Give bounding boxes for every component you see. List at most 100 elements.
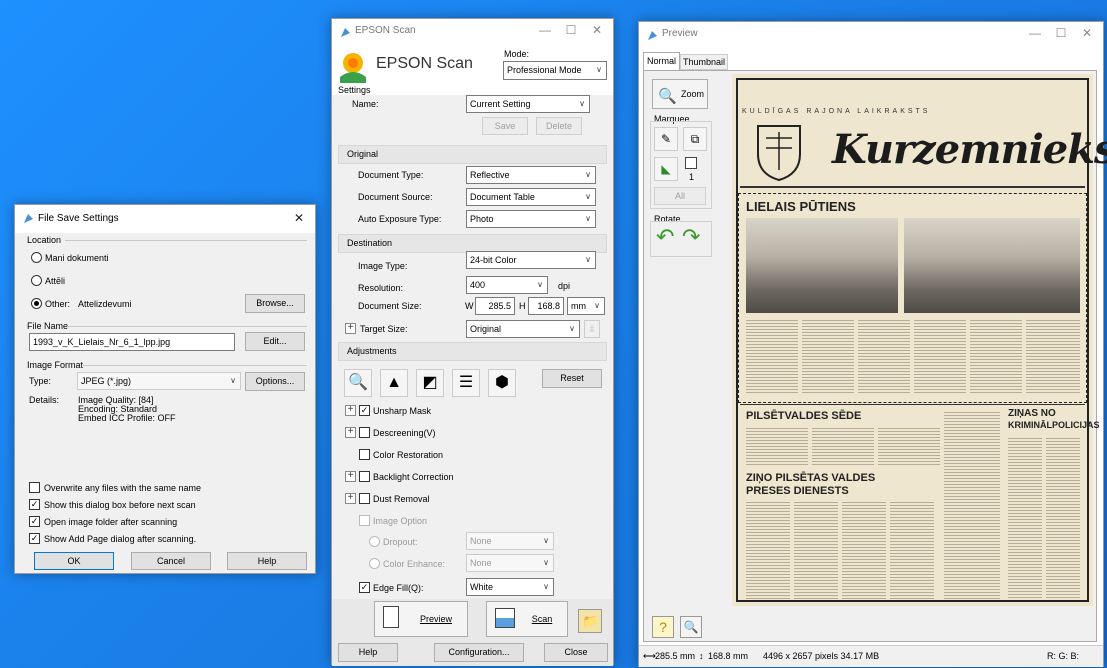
type-dropdown[interactable]: JPEG (*.jpg) ∨ [77, 372, 241, 390]
window-title: File Save Settings [38, 213, 119, 224]
close-icon[interactable]: ✕ [587, 21, 607, 39]
all-button[interactable]: All [654, 187, 706, 205]
delete-button[interactable]: Delete [536, 117, 582, 135]
close-icon[interactable]: ✕ [289, 209, 309, 227]
help-button[interactable]: Help [227, 552, 307, 570]
browse-button[interactable]: Browse... [245, 294, 305, 313]
rotate-right-icon[interactable]: ↷ [682, 225, 700, 249]
tab-thumbnail[interactable]: Thumbnail [680, 54, 728, 70]
dropout-dropdown[interactable]: None ∨ [466, 532, 554, 550]
marquee-edit-icon[interactable]: ✎ [654, 127, 678, 151]
radio-label: Attēli [45, 276, 66, 286]
color-restoration-checkbox[interactable] [359, 449, 370, 460]
doc-type-dropdown[interactable]: Reflective ∨ [466, 166, 596, 184]
headline-3a: ZIŅO PILSĒTAS VALDES [746, 472, 876, 484]
color-enhance-dropdown[interactable]: None ∨ [466, 554, 554, 572]
status-bar: ⟷ 285.5 mm ↕ 168.8 mm 4496 x 2657 pixels… [639, 645, 1103, 667]
maximize-icon[interactable]: ☐ [561, 21, 581, 39]
image-format-label: Image Format [27, 360, 84, 370]
name-value: Current Setting [470, 99, 531, 109]
name-dropdown[interactable]: Current Setting ∨ [466, 95, 590, 113]
chevron-down-icon: ∨ [585, 255, 591, 264]
edge-fill-dropdown[interactable]: White ∨ [466, 578, 554, 596]
dropout-radio[interactable] [369, 536, 380, 547]
width-field[interactable]: 285.5 [475, 297, 515, 315]
minimize-icon[interactable]: — [535, 21, 555, 39]
close-button[interactable]: Close [544, 643, 608, 662]
doc-source-dropdown[interactable]: Document Table ∨ [466, 188, 596, 206]
target-size-value: Original [470, 324, 502, 334]
width-arrow-icon: ⟷ [643, 651, 656, 661]
dust-removal-checkbox[interactable] [359, 493, 370, 504]
help-icon[interactable]: ? [652, 616, 674, 638]
cancel-button[interactable]: Cancel [131, 552, 211, 570]
backlight-checkbox[interactable] [359, 471, 370, 482]
expand-icon[interactable]: + [345, 493, 356, 504]
text-column [858, 318, 910, 393]
height-field[interactable]: 168.8 [528, 297, 564, 315]
image-option-checkbox[interactable] [359, 515, 370, 526]
zoom-button[interactable]: 🔍 Zoom [652, 79, 708, 109]
color-palette-icon[interactable]: ⬢ [488, 369, 516, 397]
open-folder-checkbox[interactable]: ✓ [29, 516, 40, 527]
maximize-icon[interactable]: ☐ [1051, 24, 1071, 42]
tab-normal[interactable]: Normal [643, 52, 680, 70]
lock-aspect-icon[interactable]: ⇳ [584, 320, 600, 338]
expand-icon[interactable]: + [345, 323, 356, 334]
target-size-dropdown[interactable]: Original ∨ [466, 320, 580, 338]
auto-exposure-dropdown[interactable]: Photo ∨ [466, 210, 596, 228]
configuration-button[interactable]: Configuration... [434, 643, 524, 662]
save-button[interactable]: Save [482, 117, 528, 135]
auto-locate-icon[interactable]: ◣ [654, 157, 678, 181]
expand-icon[interactable]: + [345, 405, 356, 416]
color-enhance-value: None [470, 558, 492, 568]
expand-icon[interactable]: + [345, 427, 356, 438]
overwrite-checkbox[interactable] [29, 482, 40, 493]
chevron-down-icon: ∨ [543, 582, 549, 591]
options-button[interactable]: Options... [245, 372, 305, 391]
unit-dropdown[interactable]: mm ∨ [567, 297, 605, 315]
density-icon[interactable]: 🔍 [680, 616, 702, 638]
radio-mani-dokumenti[interactable] [31, 252, 42, 263]
scan-button[interactable]: Scan [486, 601, 568, 637]
image-type-dropdown[interactable]: 24-bit Color ∨ [466, 251, 596, 269]
text-column [970, 318, 1022, 393]
chevron-down-icon: ∨ [585, 170, 591, 179]
descreening-checkbox[interactable] [359, 427, 370, 438]
height-arrow-icon: ↕ [699, 651, 704, 661]
marquee-copy-icon[interactable]: ⧉ [683, 127, 707, 151]
edit-button[interactable]: Edit... [245, 332, 305, 351]
mode-dropdown[interactable]: Professional Mode ∨ [503, 61, 607, 80]
expand-icon[interactable]: + [345, 471, 356, 482]
radio-other[interactable] [31, 298, 42, 309]
edge-fill-checkbox[interactable]: ✓ [359, 582, 370, 593]
histogram-adjust-icon[interactable]: 🔍 [344, 369, 372, 397]
tone-curve-icon[interactable]: ◩ [416, 369, 444, 397]
color-enhance-radio[interactable] [369, 558, 380, 569]
folder-icon[interactable]: 📁 [578, 609, 602, 633]
ok-button[interactable]: OK [34, 552, 114, 570]
color-balance-icon[interactable]: ☰ [452, 369, 480, 397]
help-button[interactable]: Help [338, 643, 398, 662]
preview-titlebar: Preview — ☐ ✕ [639, 22, 1103, 46]
minimize-icon[interactable]: — [1025, 24, 1045, 42]
unsharp-checkbox[interactable]: ✓ [359, 405, 370, 416]
preview-button[interactable]: Preview [374, 601, 468, 637]
text-column [746, 426, 808, 466]
text-column [914, 318, 966, 393]
backlight-label: Backlight Correction [373, 472, 454, 482]
show-dialog-checkbox[interactable]: ✓ [29, 499, 40, 510]
file-name-label: File Name [27, 321, 69, 331]
radio-atteli[interactable] [31, 275, 42, 286]
edge-fill-label: Edge Fill(Q): [373, 583, 424, 593]
file-name-field[interactable]: 1993_v_K_Lielais_Nr_6_1_lpp.jpg [29, 333, 235, 351]
resolution-dropdown[interactable]: 400 ∨ [466, 276, 548, 294]
rotate-left-icon[interactable]: ↶ [656, 225, 674, 249]
text-column [890, 500, 934, 600]
levels-icon[interactable]: ▲ [380, 369, 408, 397]
reset-button[interactable]: Reset [542, 369, 602, 388]
close-icon[interactable]: ✕ [1077, 24, 1097, 42]
window-title: EPSON Scan [355, 25, 416, 36]
add-page-checkbox[interactable]: ✓ [29, 533, 40, 544]
resolution-value: 400 [470, 280, 486, 290]
